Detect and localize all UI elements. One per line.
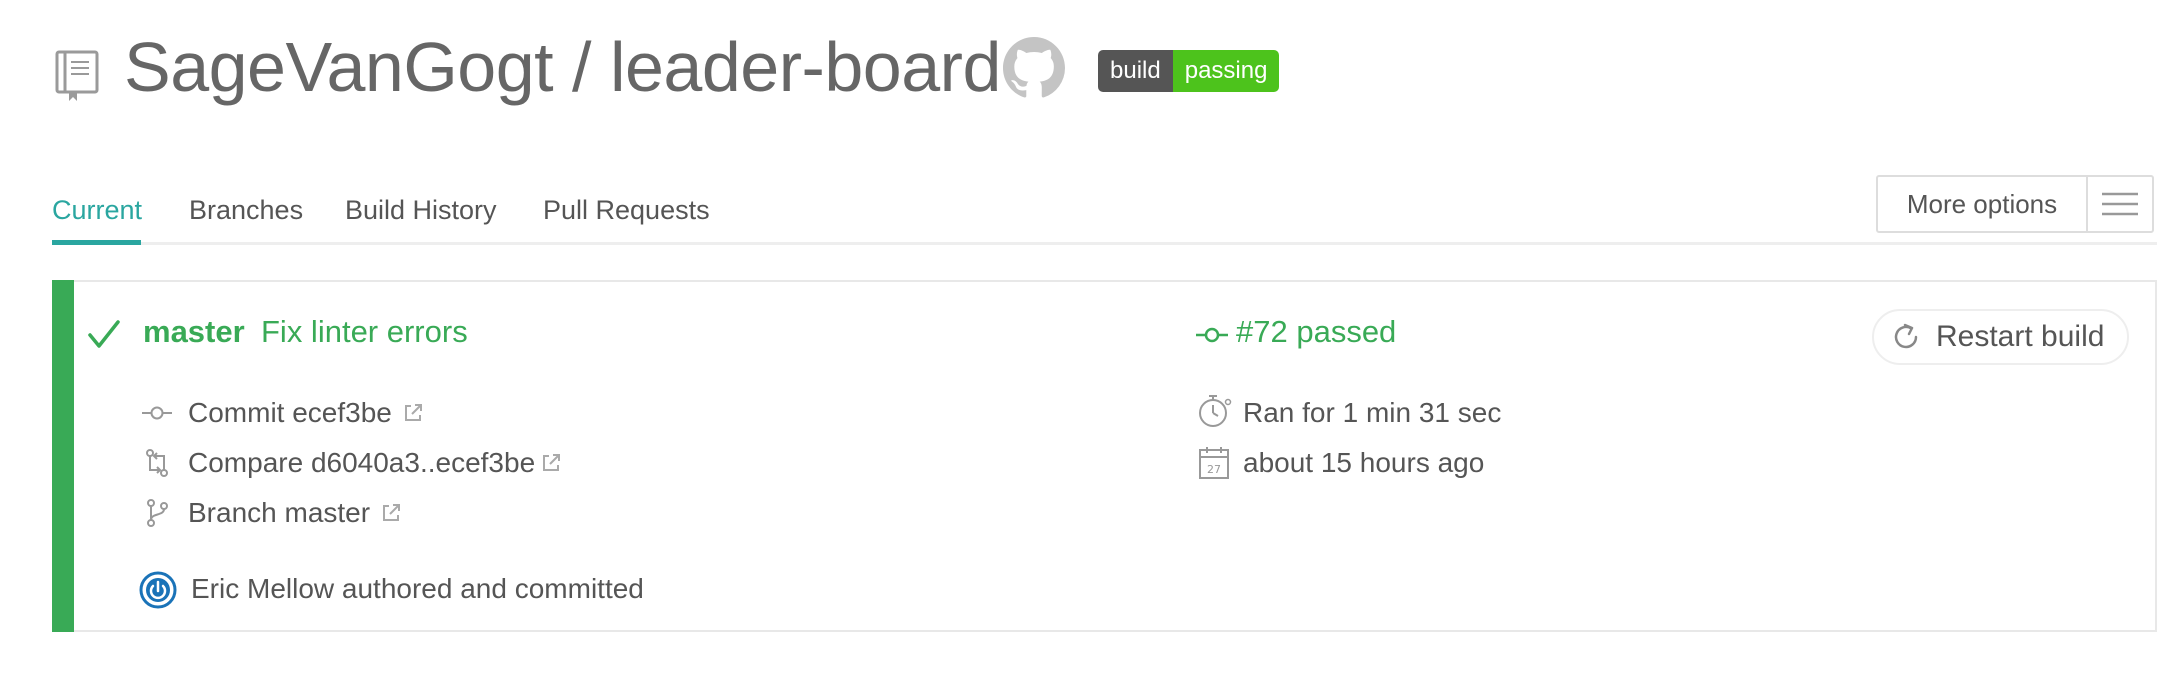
external-link-icon[interactable] — [541, 453, 561, 473]
repo-title[interactable]: SageVanGogt / leader-board — [124, 22, 1001, 112]
build-duration: Ran for 1 min 31 sec — [1243, 397, 1502, 428]
check-icon — [88, 320, 120, 348]
tab-branches[interactable]: Branches — [189, 190, 303, 230]
restart-icon — [1894, 323, 1918, 349]
badge-status: passing — [1172, 50, 1280, 92]
badge-label: build — [1098, 50, 1173, 92]
hamburger-icon — [2102, 192, 2138, 216]
compare-link[interactable]: Compare d6040a3..ecef3be — [188, 443, 535, 483]
build-branch-name[interactable]: master — [143, 310, 245, 354]
author-committer: Eric Mellow authored and committed — [191, 573, 644, 604]
compare-icon — [146, 449, 168, 477]
more-options-button[interactable]: More options — [1876, 175, 2154, 233]
build-number-status[interactable]: #72 passed — [1236, 310, 1396, 354]
commit-node-icon — [1196, 327, 1228, 343]
more-options-label: More options — [1906, 189, 2058, 219]
repo-book-icon — [55, 50, 99, 101]
branch-link[interactable]: Branch master — [188, 493, 370, 533]
commit-link[interactable]: Commit ecef3be — [188, 393, 392, 433]
avatar — [139, 571, 177, 609]
build-finished-time: about 15 hours ago — [1243, 447, 1485, 478]
restart-build-label: Restart build — [1936, 320, 2105, 353]
active-tab-indicator — [52, 240, 141, 245]
calendar-day: 27 — [1207, 463, 1221, 476]
branch-icon — [147, 499, 168, 527]
calendar-icon: 27 — [1199, 447, 1229, 479]
external-link-icon[interactable] — [381, 503, 401, 523]
build-commit-message: Fix linter errors — [261, 314, 468, 349]
tab-pull-requests[interactable]: Pull Requests — [543, 190, 710, 230]
more-options-menu-toggle[interactable] — [2086, 177, 2152, 231]
tab-current[interactable]: Current — [52, 190, 142, 230]
external-link-icon[interactable] — [403, 403, 423, 423]
build-status-stripe — [52, 280, 74, 632]
commit-icon — [142, 406, 172, 420]
restart-build-button[interactable]: Restart build — [1872, 309, 2129, 365]
stopwatch-icon — [1199, 395, 1232, 427]
tab-build-history[interactable]: Build History — [345, 190, 497, 230]
github-icon[interactable] — [1003, 37, 1065, 99]
tabs-divider — [52, 242, 2157, 245]
build-status-badge[interactable]: build passing — [1098, 50, 1280, 92]
